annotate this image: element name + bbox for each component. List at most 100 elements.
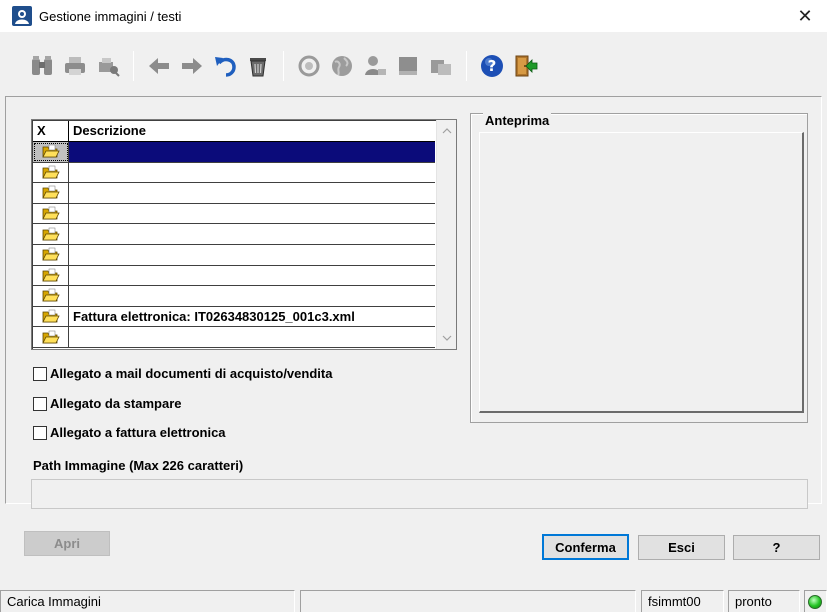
book-icon — [399, 57, 417, 75]
undo-button[interactable] — [210, 49, 240, 83]
table-row[interactable] — [33, 224, 435, 245]
table-row[interactable] — [33, 142, 435, 163]
option-print-attachment[interactable]: Allegato da stampare — [33, 396, 182, 411]
grid-scrollbar[interactable] — [436, 120, 456, 349]
grid-header: X Descrizione — [33, 121, 435, 142]
status-state: pronto — [728, 590, 800, 612]
globe-icon — [332, 56, 352, 76]
print-attachment-checkbox[interactable] — [33, 396, 47, 411]
print-preview-icon — [99, 58, 120, 77]
app-logo-icon — [12, 6, 32, 26]
previous-button[interactable] — [144, 49, 174, 83]
einvoice-attachment-checkbox[interactable] — [33, 425, 47, 440]
print-button[interactable] — [60, 49, 90, 83]
exit-toolbar-button[interactable] — [510, 49, 540, 83]
folder-open-icon — [41, 227, 60, 241]
svg-text:?: ? — [488, 57, 497, 75]
folder-open-icon — [41, 289, 60, 302]
table-row[interactable] — [33, 244, 435, 266]
row-attach-button[interactable] — [33, 327, 69, 347]
globe-button[interactable] — [327, 49, 357, 83]
delete-button[interactable] — [243, 49, 273, 83]
book-button[interactable] — [393, 49, 423, 83]
scroll-up-icon[interactable] — [441, 125, 453, 137]
row-attach-button[interactable] — [33, 265, 69, 286]
printer-icon — [65, 57, 85, 75]
toolbar: ? — [0, 41, 827, 91]
arrow-left-icon — [149, 58, 169, 74]
help-toolbar-button[interactable]: ? — [477, 49, 507, 83]
mail-attachment-checkbox[interactable] — [33, 366, 47, 381]
exit-button[interactable]: Esci — [638, 535, 725, 560]
toolbar-separator — [283, 51, 284, 81]
print-preview-button[interactable] — [93, 49, 123, 83]
close-icon: ✕ — [797, 5, 813, 26]
preview-title: Anteprima — [483, 113, 552, 128]
search-button[interactable] — [27, 49, 57, 83]
row-description[interactable] — [69, 183, 435, 203]
status-program: fsimmt00 — [641, 590, 724, 612]
scroll-down-icon[interactable] — [441, 332, 453, 344]
row-description[interactable] — [69, 286, 435, 306]
table-row[interactable] — [33, 162, 435, 184]
folder-open-icon — [41, 165, 60, 179]
folder-open-icon — [41, 186, 60, 199]
table-row[interactable] — [33, 183, 435, 204]
table-row[interactable]: Fattura elettronica: IT02634830125_001c3… — [33, 306, 435, 328]
row-description[interactable] — [69, 266, 435, 286]
close-button[interactable]: ✕ — [783, 0, 827, 32]
path-input[interactable] — [31, 479, 808, 509]
trash-icon — [250, 58, 266, 77]
confirm-button[interactable]: Conferma — [542, 534, 629, 560]
row-attach-button[interactable] — [33, 203, 69, 224]
einvoice-attachment-label: Allegato a fattura elettronica — [50, 425, 226, 440]
status-bar: Carica Immagini fsimmt00 pronto — [0, 586, 827, 612]
open-button[interactable]: Apri — [24, 531, 110, 556]
row-attach-button[interactable] — [33, 162, 69, 183]
option-mail-attachment[interactable]: Allegato a mail documenti di acquisto/ve… — [33, 366, 332, 381]
exit-door-icon — [515, 55, 538, 77]
help-button[interactable]: ? — [733, 535, 820, 560]
mail-attachment-label: Allegato a mail documenti di acquisto/ve… — [50, 366, 333, 381]
table-row[interactable] — [33, 203, 435, 225]
row-attach-button[interactable] — [33, 183, 69, 203]
row-description[interactable] — [69, 142, 435, 162]
row-description[interactable] — [69, 163, 435, 183]
row-attach-button[interactable] — [33, 306, 69, 327]
preview-area — [479, 132, 804, 413]
row-attach-button[interactable] — [33, 286, 69, 306]
row-description[interactable] — [69, 245, 435, 265]
row-description[interactable] — [69, 327, 435, 347]
images-grid[interactable]: X Descrizione Fattura elettronica: IT026… — [31, 119, 457, 350]
column-header-descrizione[interactable]: Descrizione — [69, 121, 435, 141]
column-header-x[interactable]: X — [33, 121, 69, 141]
row-attach-button[interactable] — [33, 142, 69, 162]
grid-rows: Fattura elettronica: IT02634830125_001c3… — [33, 142, 435, 348]
zoom-button[interactable] — [294, 49, 324, 83]
table-row[interactable] — [33, 286, 435, 307]
help-icon: ? — [481, 55, 503, 77]
folder-open-icon — [41, 309, 60, 323]
status-led-icon — [808, 594, 822, 609]
table-row[interactable] — [33, 265, 435, 287]
arrow-right-icon — [182, 58, 202, 74]
row-attach-button[interactable] — [33, 244, 69, 265]
title-bar: Gestione immagini / testi ✕ — [0, 0, 827, 32]
row-description[interactable] — [69, 224, 435, 244]
user-search-button[interactable] — [360, 49, 390, 83]
folder-open-icon — [41, 268, 60, 282]
folder-open-icon — [41, 145, 60, 158]
toolbar-separator — [466, 51, 467, 81]
row-description[interactable] — [69, 204, 435, 224]
option-einvoice-attachment[interactable]: Allegato a fattura elettronica — [33, 425, 226, 440]
row-attach-button[interactable] — [33, 224, 69, 244]
folder-open-icon — [41, 330, 60, 344]
path-label: Path Immagine (Max 226 caratteri) — [33, 458, 244, 473]
row-description[interactable]: Fattura elettronica: IT02634830125_001c3… — [69, 307, 435, 327]
next-button[interactable] — [177, 49, 207, 83]
status-message: Carica Immagini — [0, 590, 295, 612]
print-attachment-label: Allegato da stampare — [50, 396, 182, 411]
folders-button[interactable] — [426, 49, 456, 83]
user-search-icon — [365, 56, 386, 75]
table-row[interactable] — [33, 327, 435, 348]
